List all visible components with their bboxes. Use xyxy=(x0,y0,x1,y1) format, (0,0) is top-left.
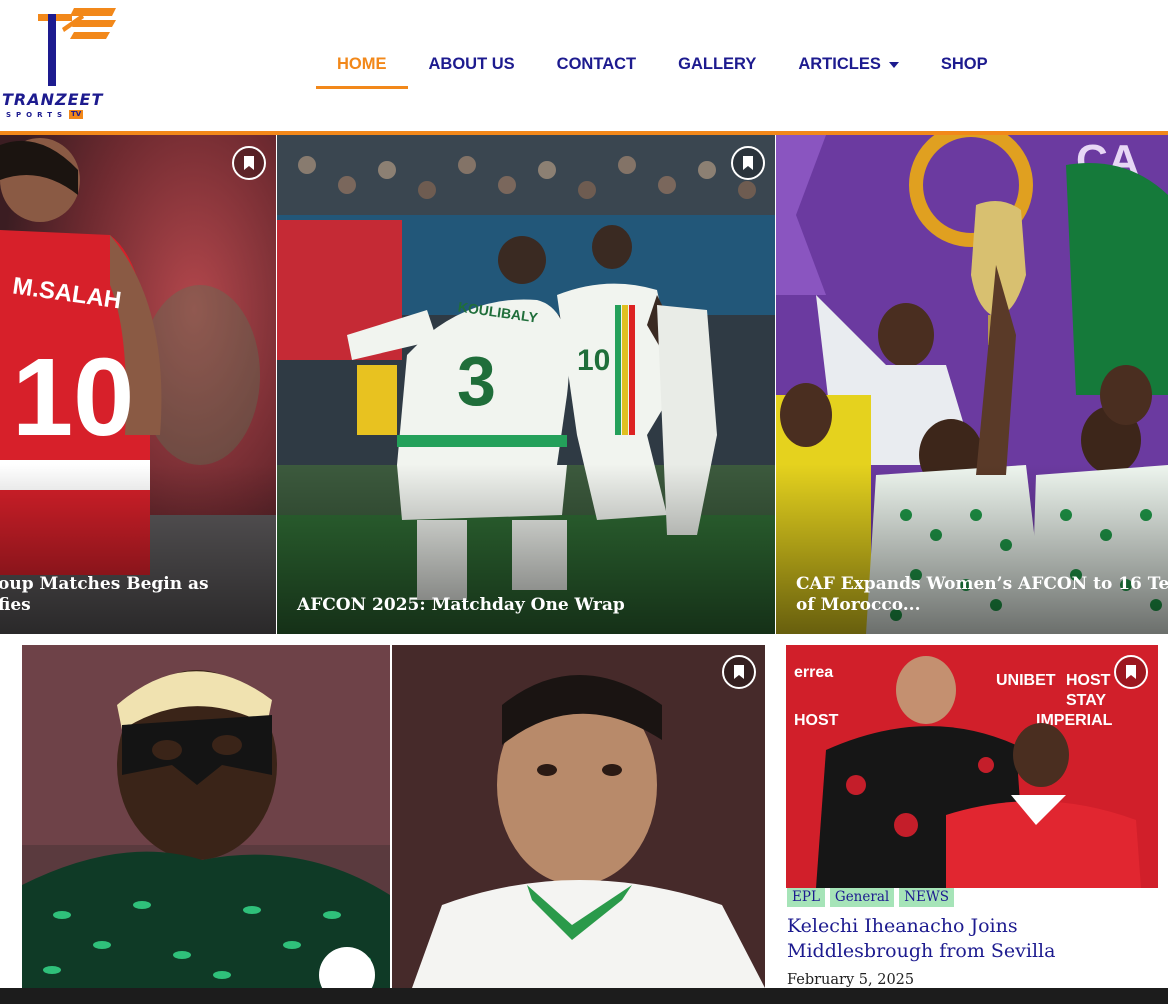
nav-contact-label: CONTACT xyxy=(556,55,637,73)
svg-text:10: 10 xyxy=(577,344,610,377)
logo-mark-icon xyxy=(38,8,116,86)
bookmark-icon[interactable] xyxy=(232,146,266,180)
article-tags: EPL General NEWS xyxy=(787,888,954,907)
nav-shop[interactable]: SHOP xyxy=(941,0,988,90)
side-article-date: February 5, 2025 xyxy=(787,972,915,988)
nav-home[interactable]: HOME xyxy=(316,0,408,90)
bookmark-icon[interactable] xyxy=(1114,655,1148,689)
svg-text:3: 3 xyxy=(457,342,496,420)
logo-wordmark: TRANZEET xyxy=(2,90,104,109)
logo-subtitle: SPORTS TV xyxy=(6,110,84,119)
slide-title[interactable]: oup Matches Begin as fies xyxy=(0,574,266,616)
nav-articles-label: ARTICLES xyxy=(798,55,881,73)
tag-general[interactable]: General xyxy=(829,888,895,907)
bookmark-icon[interactable] xyxy=(731,146,765,180)
logo-sports-text: SPORTS xyxy=(6,110,68,119)
nav-articles[interactable]: ARTICLES xyxy=(798,0,899,90)
chevron-down-icon xyxy=(888,62,899,68)
slider-card-3[interactable]: CA CAF Expands Women’s AFCON to 16 Teams… xyxy=(776,135,1168,634)
slide-title[interactable]: AFCON 2025: Matchday One Wrap xyxy=(297,595,765,616)
nav-about-us[interactable]: ABOUT US xyxy=(429,0,515,90)
featured-article-card[interactable] xyxy=(22,645,765,988)
nav-home-label: HOME xyxy=(337,55,387,73)
side-article-title[interactable]: Kelechi Iheanacho Joins Middlesbrough fr… xyxy=(787,914,1157,964)
side-image-middlesbrough: erreaHOSTHOST STAYIMPERIALUNIBET xyxy=(786,645,1158,888)
slider-card-1[interactable]: M.SALAH 10 oup Matches Begin as fies xyxy=(0,135,277,634)
svg-text:HOST: HOST xyxy=(1066,672,1111,689)
svg-text:STAY: STAY xyxy=(1066,692,1106,709)
svg-text:UNIBET: UNIBET xyxy=(996,672,1056,689)
site-logo[interactable]: TRANZEET SPORTS TV xyxy=(0,6,130,124)
svg-text:10: 10 xyxy=(12,336,134,459)
nav-contact[interactable]: CONTACT xyxy=(557,0,636,90)
svg-text:HOST: HOST xyxy=(794,712,839,729)
featured-image-players xyxy=(22,645,765,988)
footer-bar xyxy=(0,988,1168,1004)
nav-about-us-label: ABOUT US xyxy=(428,55,515,73)
nav-gallery[interactable]: GALLERY xyxy=(678,0,756,90)
bookmark-icon[interactable] xyxy=(722,655,756,689)
tag-epl[interactable]: EPL xyxy=(787,888,825,907)
nav-gallery-label: GALLERY xyxy=(678,55,757,73)
site-header: TRANZEET SPORTS TV HOME ABOUT US CONTACT… xyxy=(0,0,1168,131)
nav-shop-label: SHOP xyxy=(940,55,988,73)
slide-title[interactable]: CAF Expands Women’s AFCON to 16 Teams of… xyxy=(796,574,1168,616)
tag-news[interactable]: NEWS xyxy=(899,888,954,907)
side-article-image[interactable]: errea HOST HOST STAY IMPERIAL UNIBET xyxy=(786,645,1158,888)
slider-card-2[interactable]: KOULIBALY 3 10 AFCON 2025: Matchday One … xyxy=(277,135,776,634)
main-nav: HOME ABOUT US CONTACT GALLERY ARTICLES S… xyxy=(316,0,1030,131)
svg-text:errea: errea xyxy=(794,664,833,681)
logo-tv-badge: TV xyxy=(69,110,84,119)
